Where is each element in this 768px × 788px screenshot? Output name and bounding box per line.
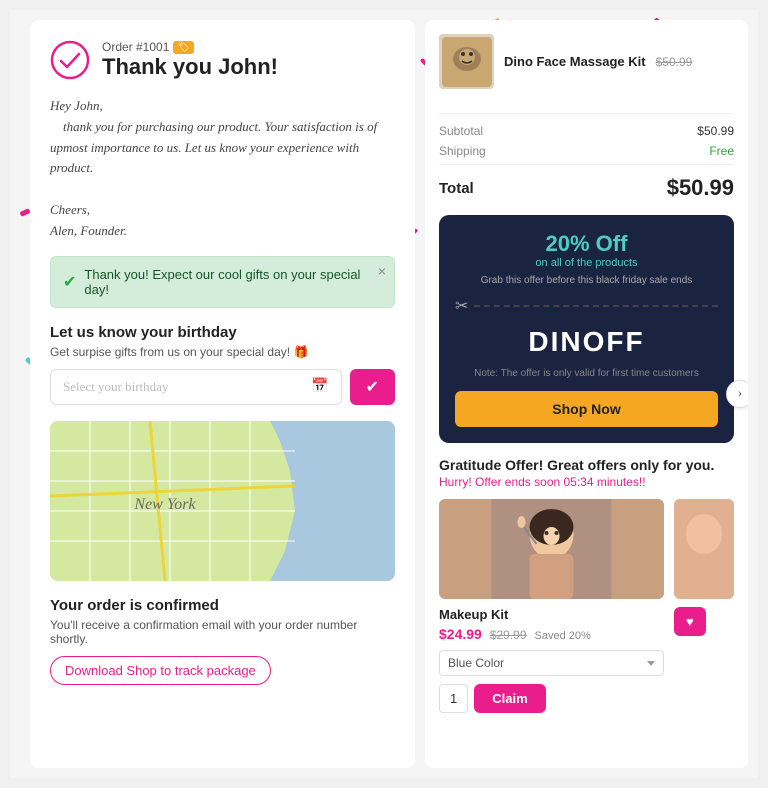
second-product-image — [674, 499, 734, 599]
subtotal-label: Subtotal — [439, 124, 483, 138]
gratitude-title: Gratitude Offer! Great offers only for y… — [439, 457, 734, 473]
product-details: Dino Face Massage Kit $50.99 — [504, 53, 692, 71]
order-confirmed-title: Your order is confirmed — [50, 597, 395, 614]
order-number-text: Order #1001 — [102, 40, 169, 54]
map-section: New York — [50, 421, 395, 581]
grand-total-value: $50.99 — [667, 175, 734, 201]
makeup-kit-saved: Saved 20% — [535, 630, 591, 642]
product-row: Dino Face Massage Kit $50.99 — [439, 34, 734, 99]
greeting-text: Hey John, thank you for purchasing our p… — [50, 96, 395, 242]
birthday-input-row: Select your birthday 📅 ✔ — [50, 369, 395, 405]
close-banner-button[interactable]: × — [378, 263, 386, 279]
checkmark-icon: ✔ — [366, 377, 379, 397]
products-grid: Makeup Kit $24.99 $29.99 Saved 20% Blue … — [439, 499, 734, 713]
coupon-note: Note: The offer is only valid for first … — [455, 368, 718, 379]
coupon-dashes — [474, 305, 718, 307]
calendar-icon: 📅 — [311, 378, 328, 395]
scissors-icon: ✂ — [455, 296, 468, 316]
product-name: Dino Face Massage Kit — [504, 54, 646, 69]
birthday-section: Let us know your birthday Get surpise gi… — [50, 324, 395, 405]
makeup-kit-card: Makeup Kit $24.99 $29.99 Saved 20% Blue … — [439, 499, 664, 713]
check-circle-icon: ✔ — [63, 272, 76, 292]
order-confirmed-section: Your order is confirmed You'll receive a… — [50, 597, 395, 685]
shipping-row: Shipping Free — [439, 144, 734, 158]
success-banner: ✔ Thank you! Expect our cool gifts on yo… — [50, 256, 395, 308]
order-header: Order #1001 🏷 Thank you John! — [50, 40, 395, 80]
makeup-kit-name: Makeup Kit — [439, 607, 664, 622]
quantity-claim-row: 1 Claim — [439, 684, 664, 713]
coupon-grab-text: Grab this offer before this black friday… — [455, 275, 718, 286]
birthday-input[interactable]: Select your birthday 📅 — [50, 369, 342, 405]
coupon-off-text: 20% Off — [455, 231, 718, 257]
birthday-title: Let us know your birthday — [50, 324, 395, 341]
makeup-kit-price-new: $24.99 — [439, 626, 482, 642]
shop-now-button[interactable]: Shop Now — [455, 391, 718, 427]
gratitude-timer: Hurry! Offer ends soon 05:34 minutes!! — [439, 475, 734, 489]
coupon-divider: ✂ — [455, 296, 718, 316]
gratitude-section: Gratitude Offer! Great offers only for y… — [439, 457, 734, 713]
birthday-subtitle: Get surpise gifts from us on your specia… — [50, 345, 395, 359]
product-image — [439, 34, 494, 89]
coupon-on-text: on all of the products — [455, 257, 718, 269]
quantity-display: 1 — [439, 684, 468, 713]
grand-total-label: Total — [439, 180, 474, 197]
order-number: Order #1001 🏷 — [102, 40, 278, 54]
screen: Order #1001 🏷 Thank you John! Hey John, … — [10, 10, 758, 778]
color-select[interactable]: Blue Color — [439, 650, 664, 676]
makeup-kit-image — [439, 499, 664, 599]
confetti-piece — [19, 208, 30, 217]
grand-total-row: Total $50.99 — [439, 164, 734, 201]
product-price-old: $50.99 — [656, 55, 693, 69]
subtotal-value: $50.99 — [697, 124, 734, 138]
claim-button[interactable]: Claim — [474, 684, 545, 713]
right-panel: Dino Face Massage Kit $50.99 Subtotal $5… — [425, 20, 748, 768]
order-totals: Subtotal $50.99 Shipping Free Total $50.… — [439, 113, 734, 201]
next-arrow-button[interactable]: › — [726, 380, 748, 408]
birthday-placeholder: Select your birthday — [63, 379, 168, 395]
download-link[interactable]: Download Shop to track package — [50, 656, 271, 685]
coupon-card: 20% Off on all of the products Grab this… — [439, 215, 734, 443]
shipping-value: Free — [709, 144, 734, 158]
makeup-kit-pricing: $24.99 $29.99 Saved 20% — [439, 626, 664, 644]
success-banner-text: Thank you! Expect our cool gifts on your… — [84, 267, 382, 297]
shipping-label: Shipping — [439, 144, 486, 158]
order-confirmed-text: You'll receive a confirmation email with… — [50, 618, 395, 646]
order-badge: 🏷 — [173, 41, 194, 54]
makeup-kit-price-old: $29.99 — [490, 628, 527, 642]
second-claim-button[interactable]: ♥ — [674, 607, 706, 636]
left-panel: Order #1001 🏷 Thank you John! Hey John, … — [30, 20, 415, 768]
order-info: Order #1001 🏷 Thank you John! — [102, 40, 278, 80]
birthday-submit-button[interactable]: ✔ — [350, 369, 395, 405]
coupon-code: DINOFF — [455, 326, 718, 358]
thank-you-title: Thank you John! — [102, 54, 278, 80]
check-icon — [50, 40, 90, 80]
svg-text:New York: New York — [133, 496, 196, 513]
subtotal-row: Subtotal $50.99 — [439, 124, 734, 138]
second-product-card: ♥ — [674, 499, 734, 713]
